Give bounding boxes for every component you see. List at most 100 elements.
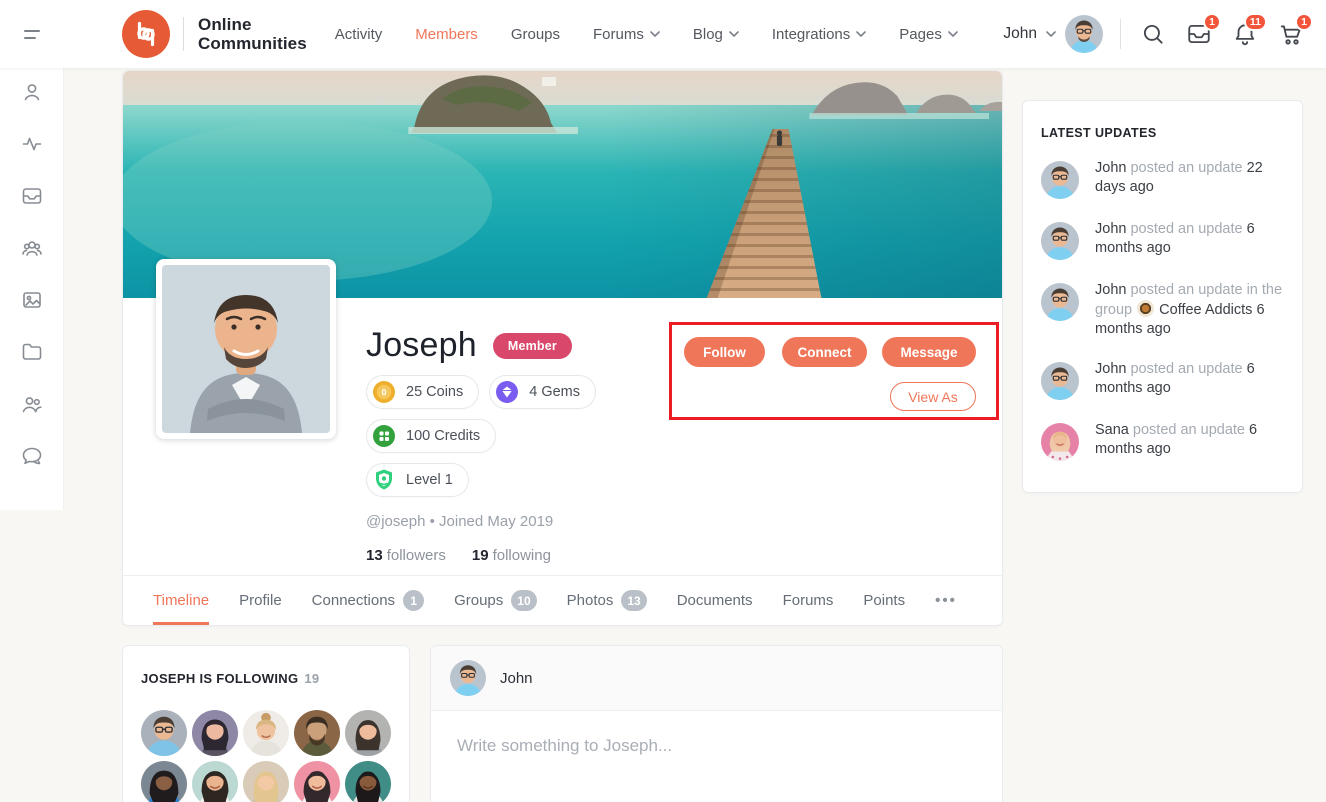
partial-icon[interactable] [20,496,44,510]
update-item[interactable]: John posted an update 22 days ago [1041,159,1284,199]
update-author-avatar [1041,222,1079,260]
tab-more[interactable]: ••• [935,576,957,625]
tab-photos[interactable]: Photos13 [567,576,647,625]
message-button[interactable]: Message [882,337,976,367]
chevron-down-icon [729,31,739,37]
follow-stats: 13followers 19following [366,547,596,564]
members-icon[interactable] [20,392,44,416]
tab-timeline[interactable]: Timeline [153,576,209,625]
followed-member-avatar[interactable] [345,710,391,756]
profile-tabs: Timeline Profile Connections1 Groups10 P… [123,575,1002,625]
connections-count-badge: 1 [403,590,424,611]
credits-icon [371,423,397,449]
chevron-down-icon [856,31,866,37]
followed-member-avatar[interactable] [192,761,238,802]
site-brand[interactable]: Online Communities [122,10,307,58]
profile-meta: @joseph • Joined May 2019 [366,513,596,530]
navbar-right: John 1 [1003,15,1326,53]
update-author-avatar [1041,283,1079,321]
following-stat[interactable]: 19following [472,547,551,564]
profile-info: Joseph Member 0 25 Coins 4 Gems 100 Cred… [366,326,596,564]
left-icon-sidebar [0,68,64,510]
nav-item-members[interactable]: Members [415,26,478,43]
update-author-avatar [1041,423,1079,461]
followed-member-avatar[interactable] [192,710,238,756]
update-author-avatar [1041,362,1079,400]
following-card: JOSEPH IS FOLLOWING19 [122,645,410,802]
documents-folder-icon[interactable] [20,340,44,364]
update-item[interactable]: John posted an update 6 months ago [1041,360,1284,400]
latest-updates-card: LATEST UPDATES John posted an update 22 … [1022,100,1303,493]
group-avatar-coffee-addicts [1137,300,1154,317]
svg-text:0: 0 [381,387,386,397]
photos-count-badge: 13 [621,590,646,611]
followed-member-avatar[interactable] [243,761,289,802]
messages-button[interactable]: 1 [1186,21,1212,47]
post-composer: John Write something to Joseph... [430,645,1003,802]
composer-user-avatar [450,660,486,696]
photos-icon[interactable] [20,288,44,312]
update-item[interactable]: John posted an update in the group Coffe… [1041,281,1284,339]
tab-connections[interactable]: Connections1 [312,576,424,625]
user-menu[interactable]: John [1003,15,1103,53]
chevron-down-icon [650,31,660,37]
messages-count-badge: 1 [1203,13,1221,31]
update-item[interactable]: John posted an update 6 months ago [1041,220,1284,260]
nav-item-integrations[interactable]: Integrations [772,26,866,43]
connect-button[interactable]: Connect [782,337,867,367]
nav-item-blog[interactable]: Blog [693,26,739,43]
chevron-down-icon [1046,31,1056,37]
annotation-highlight-box: Follow Connect Message View As [669,322,999,420]
composer-header: John [431,646,1002,711]
nav-item-pages[interactable]: Pages [899,26,958,43]
profile-name: Joseph [366,326,477,365]
menu-toggle-button[interactable] [0,30,64,39]
site-logo-icon [122,10,170,58]
search-icon [1140,21,1166,47]
nav-item-activity[interactable]: Activity [335,26,383,43]
followed-member-avatar[interactable] [294,710,340,756]
followed-member-avatar[interactable] [294,761,340,802]
followers-stat[interactable]: 13followers [366,547,446,564]
tab-documents[interactable]: Documents [677,576,753,625]
notifications-button[interactable]: 11 [1232,21,1258,47]
following-count: 19 [304,671,319,686]
update-item[interactable]: Sana posted an update 6 months ago [1041,421,1284,461]
latest-updates-list: John posted an update 22 days ago John p… [1041,159,1284,461]
gem-icon [494,379,520,405]
level-badge: Level 1 [366,463,469,497]
top-navbar: Online Communities Activity Members Grou… [0,0,1326,68]
tab-groups[interactable]: Groups10 [454,576,537,625]
inbox-tray-icon[interactable] [20,184,44,208]
nav-item-groups[interactable]: Groups [511,26,560,43]
group-name: Coffee Addicts [1159,302,1252,318]
profile-icon[interactable] [20,80,44,104]
cart-button[interactable]: 1 [1278,21,1304,47]
tab-points[interactable]: Points [863,576,905,625]
coin-icon: 0 [371,379,397,405]
followed-member-avatar[interactable] [141,761,187,802]
chevron-down-icon [948,31,958,37]
composer-user-name: John [500,670,533,687]
main-navigation: Activity Members Groups Forums Blog Inte… [335,26,958,43]
cart-count-badge: 1 [1295,13,1313,31]
follow-button[interactable]: Follow [684,337,765,367]
followed-member-avatar[interactable] [141,710,187,756]
view-as-button[interactable]: View As [890,382,976,411]
brand-divider [183,17,184,51]
forums-chat-icon[interactable] [20,444,44,468]
profile-avatar[interactable] [156,259,336,439]
followed-member-avatar[interactable] [345,761,391,802]
followed-member-avatar[interactable] [243,710,289,756]
tab-forums[interactable]: Forums [783,576,834,625]
nav-item-forums[interactable]: Forums [593,26,660,43]
latest-updates-title: LATEST UPDATES [1041,126,1284,140]
coins-badge: 0 25 Coins [366,375,479,409]
activity-icon[interactable] [20,132,44,156]
level-shield-icon [371,467,397,493]
groups-icon[interactable] [20,236,44,260]
tab-profile[interactable]: Profile [239,576,282,625]
user-avatar [1065,15,1103,53]
search-button[interactable] [1140,21,1166,47]
composer-input[interactable]: Write something to Joseph... [431,711,1002,781]
